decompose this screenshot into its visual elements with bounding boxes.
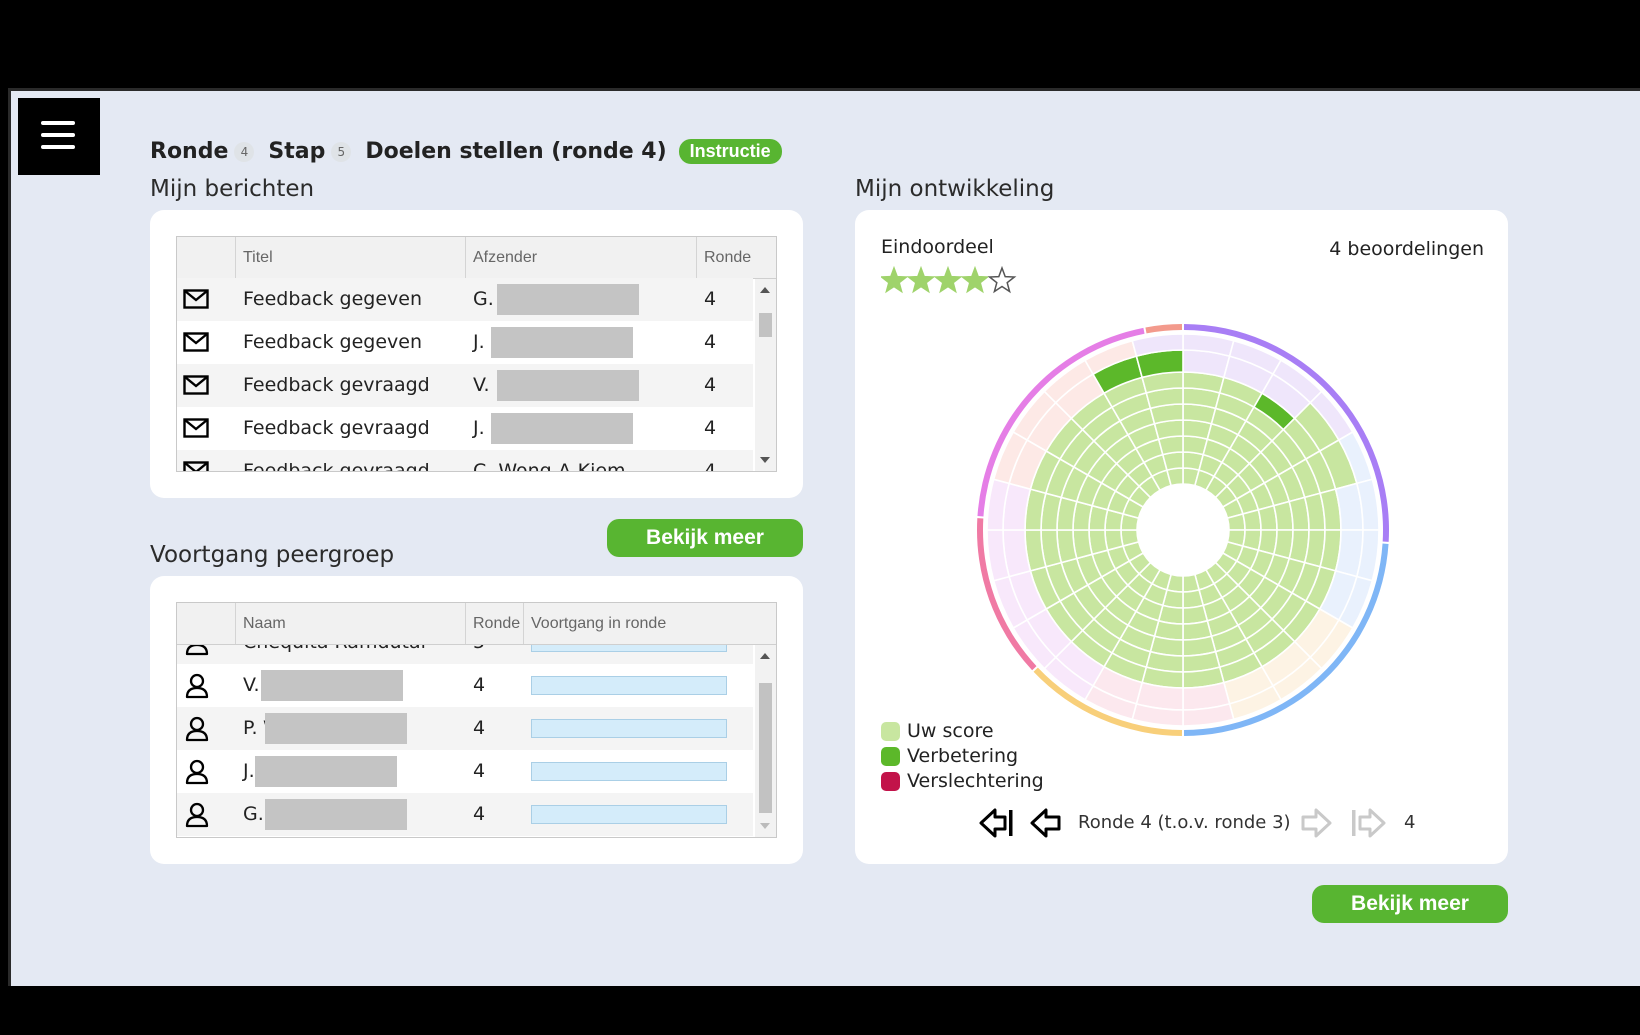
message-title: Feedback gevraagd bbox=[243, 374, 430, 396]
peer-round: 4 bbox=[473, 803, 486, 825]
step-label: Stap bbox=[268, 139, 326, 164]
legend-label: Verslechtering bbox=[907, 770, 1044, 792]
envelope-icon bbox=[183, 375, 209, 395]
peers-table-header: Naam Ronde Voortgang in ronde bbox=[177, 603, 776, 645]
round-navigation-label: Ronde 4 (t.o.v. ronde 3) bbox=[1078, 812, 1291, 833]
peers-card: Chequita Ramdutal5V.4P. \4J.4G.4 Naam Ro… bbox=[150, 576, 803, 864]
envelope-icon bbox=[183, 461, 209, 471]
peers-title: Voortgang peergroep bbox=[150, 542, 395, 568]
user-icon bbox=[185, 759, 209, 785]
envelope-icon bbox=[183, 289, 209, 309]
final-judgement-label: Eindoordeel bbox=[881, 236, 994, 258]
previous-round-arrow-icon[interactable] bbox=[1029, 806, 1063, 840]
last-round-arrow-icon bbox=[1352, 808, 1386, 838]
message-row[interactable]: Feedback gevraagd V. 4 bbox=[177, 364, 753, 407]
instruction-button[interactable]: Instructie bbox=[678, 139, 782, 164]
message-round: 4 bbox=[704, 374, 717, 396]
user-icon bbox=[185, 673, 209, 699]
hamburger-menu-icon[interactable] bbox=[18, 98, 100, 175]
legend-label: Uw score bbox=[907, 720, 994, 742]
app-window: Ronde 4 Stap 5 Doelen stellen (ronde 4) … bbox=[8, 88, 1640, 986]
development-more-button[interactable]: Bekijk meer bbox=[1312, 885, 1508, 923]
message-row[interactable]: Feedback gegeven G. 4 bbox=[177, 278, 753, 321]
messages-table: Titel Afzender Ronde Feedback gegeven G. 4… bbox=[176, 236, 777, 472]
message-row[interactable]: Feedback gegeven J. (4 bbox=[177, 321, 753, 364]
message-title: Feedback gevraagd bbox=[243, 417, 430, 439]
star-filled-icon bbox=[879, 265, 909, 294]
development-wheel-chart bbox=[976, 324, 1390, 736]
envelope-icon bbox=[183, 332, 209, 352]
message-sender: C. Wong-A-Kiem bbox=[473, 460, 626, 472]
peer-round: 4 bbox=[473, 717, 486, 739]
column-header-round[interactable]: Ronde bbox=[465, 603, 523, 644]
messages-scrollbar[interactable] bbox=[755, 279, 776, 471]
peer-progress-bar bbox=[531, 719, 727, 738]
message-round: 4 bbox=[704, 331, 717, 353]
message-sender: V. bbox=[473, 374, 490, 396]
user-icon bbox=[185, 716, 209, 742]
legend-label: Verbetering bbox=[907, 745, 1019, 767]
messages-more-button[interactable]: Bekijk meer bbox=[607, 519, 803, 557]
star-empty-icon bbox=[987, 265, 1017, 294]
peer-name: G. bbox=[243, 803, 264, 825]
column-header-name[interactable]: Naam bbox=[235, 603, 465, 644]
next-round-arrow-icon bbox=[1301, 808, 1332, 838]
round-number-value: 4 bbox=[1404, 812, 1416, 833]
message-row[interactable]: Feedback gevraagd J. (4 bbox=[177, 407, 753, 450]
message-title: Feedback gegeven bbox=[243, 288, 422, 310]
development-title: Mijn ontwikkeling bbox=[855, 176, 1055, 202]
messages-card: Titel Afzender Ronde Feedback gegeven G. 4… bbox=[150, 210, 803, 498]
star-filled-icon bbox=[933, 265, 963, 294]
round-badge: 4 bbox=[234, 141, 255, 162]
peer-row[interactable]: P. \ 4 bbox=[177, 707, 753, 750]
message-round: 4 bbox=[704, 460, 717, 472]
message-row[interactable]: Feedback gevraagd C. Wong-A-Kiem 4 bbox=[177, 450, 753, 472]
breadcrumb: Ronde 4 Stap 5 Doelen stellen (ronde 4) … bbox=[150, 139, 782, 164]
peer-row[interactable]: V. 4 bbox=[177, 664, 753, 707]
peer-row[interactable]: J. 4 bbox=[177, 750, 753, 793]
peers-table: Chequita Ramdutal5V.4P. \4J.4G.4 Naam Ro… bbox=[176, 602, 777, 838]
star-filled-icon bbox=[906, 265, 936, 294]
legend-swatch bbox=[881, 722, 900, 741]
peer-name: V. bbox=[243, 674, 260, 696]
message-round: 4 bbox=[704, 417, 717, 439]
peer-row[interactable]: G. 4 bbox=[177, 793, 753, 836]
column-header-sender[interactable]: Afzender bbox=[465, 237, 696, 278]
peer-progress-bar bbox=[531, 676, 727, 695]
peer-progress-bar bbox=[531, 762, 727, 781]
legend-swatch bbox=[881, 747, 900, 766]
peer-name: J. bbox=[243, 760, 255, 782]
step-badge: 5 bbox=[331, 141, 352, 162]
messages-title: Mijn berichten bbox=[150, 176, 315, 202]
star-rating bbox=[879, 265, 1021, 296]
message-title: Feedback gevraagd bbox=[243, 460, 430, 472]
ratings-count: 4 beoordelingen bbox=[1329, 238, 1484, 260]
peer-round: 4 bbox=[473, 674, 486, 696]
message-title: Feedback gegeven bbox=[243, 331, 422, 353]
peer-round: 4 bbox=[473, 760, 486, 782]
user-icon bbox=[185, 802, 209, 828]
peer-progress-bar bbox=[531, 805, 727, 824]
column-header-round[interactable]: Ronde bbox=[696, 237, 754, 278]
development-card: Eindoordeel 4 beoordelingen Uw score Verb… bbox=[855, 210, 1508, 864]
legend: Uw score Verbetering Verslechtering bbox=[881, 720, 1081, 800]
step-title: Doelen stellen (ronde 4) bbox=[365, 139, 667, 164]
legend-swatch bbox=[881, 772, 900, 791]
wheel-center bbox=[1138, 485, 1228, 575]
column-header-progress[interactable]: Voortgang in ronde bbox=[523, 603, 753, 644]
first-round-arrow-icon[interactable] bbox=[978, 806, 1016, 840]
category-arc bbox=[1145, 324, 1182, 334]
messages-table-header: Titel Afzender Ronde bbox=[177, 237, 776, 279]
round-label: Ronde bbox=[150, 139, 229, 164]
envelope-icon bbox=[183, 418, 209, 438]
message-round: 4 bbox=[704, 288, 717, 310]
column-header-title[interactable]: Titel bbox=[235, 237, 465, 278]
peers-scrollbar[interactable] bbox=[755, 645, 776, 837]
star-filled-icon bbox=[960, 265, 990, 294]
message-sender: G. bbox=[473, 288, 494, 310]
